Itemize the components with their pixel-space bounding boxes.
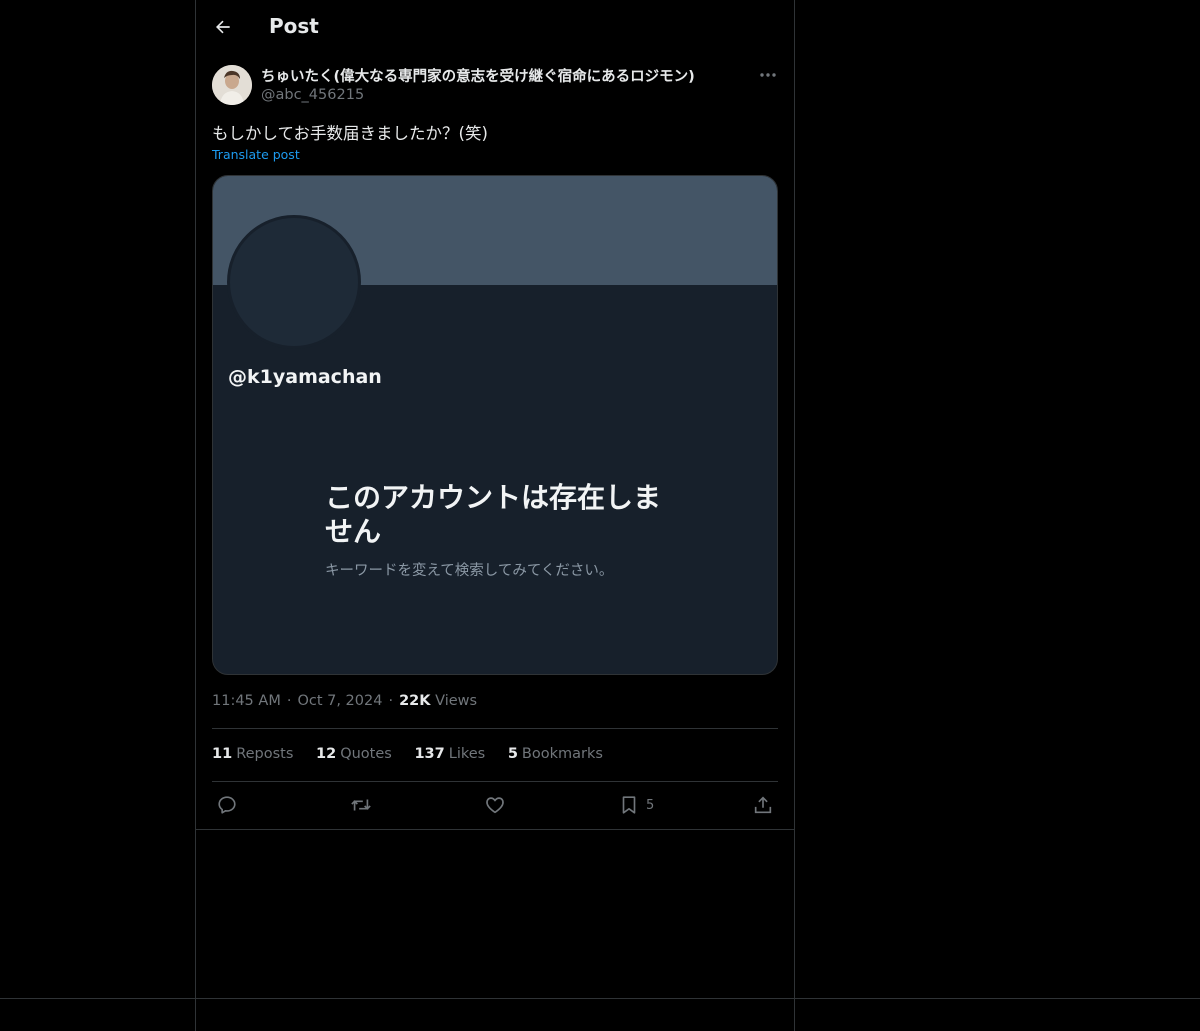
bookmark-icon (622, 796, 636, 814)
translate-post-link[interactable]: Translate post (212, 147, 300, 162)
post-media-image[interactable]: @k1yamachan このアカウントは存在しません キーワードを変えて検索して… (212, 175, 778, 675)
post-header: Post (196, 0, 794, 54)
views-label: Views (435, 693, 478, 709)
quotes-count: 12 (316, 746, 337, 762)
media-account-missing-text: このアカウントは存在しません (325, 481, 662, 548)
share-icon (754, 796, 772, 814)
post-time[interactable]: 11:45 AM (212, 693, 281, 709)
post-stats: 11 Reposts 12 Quotes 137 Likes 5 Bookmarks (212, 746, 621, 762)
share-button[interactable] (752, 792, 774, 818)
reposts-label: Reposts (236, 746, 294, 762)
post-meta: 11:45 AM · Oct 7, 2024 · 22K Views (212, 693, 477, 709)
author-display-name[interactable]: ちゅいたく(偉大なる専門家の意志を受け継ぐ宿命にあるロジモン) (261, 65, 695, 86)
reply-icon (218, 796, 236, 814)
bookmarks-label: Bookmarks (521, 746, 603, 762)
reposts-stat[interactable]: 11 Reposts (212, 746, 293, 762)
post-bottom-border (196, 829, 794, 830)
quotes-label: Quotes (340, 746, 392, 762)
repost-icon (351, 799, 371, 811)
page-divider (0, 998, 1200, 999)
post-text: もしかしてお手数届きましたか？(笑) (212, 124, 488, 143)
author-avatar[interactable] (212, 65, 252, 105)
heart-icon (486, 797, 504, 814)
divider (212, 728, 778, 729)
like-button[interactable] (484, 792, 506, 818)
author-handle[interactable]: @abc_456215 (261, 87, 364, 103)
bookmarks-count: 5 (507, 746, 518, 762)
post-date[interactable]: Oct 7, 2024 (297, 693, 382, 709)
bookmark-button[interactable]: 5 (618, 792, 654, 818)
page-title: Post (269, 14, 319, 38)
quotes-stat[interactable]: 12 Quotes (316, 746, 392, 762)
meta-separator: · (286, 693, 292, 709)
likes-stat[interactable]: 137 Likes (414, 746, 485, 762)
main-column: Post ちゅいたく(偉大なる専門家の意志を受け継ぐ宿命にあるロジモン) @ab… (195, 0, 795, 1031)
divider (212, 781, 778, 782)
likes-label: Likes (448, 746, 486, 762)
views-count: 22K (399, 693, 431, 709)
media-handle-text: @k1yamachan (228, 366, 382, 388)
bookmark-count: 5 (646, 797, 655, 813)
repost-button[interactable] (350, 792, 372, 818)
reply-button[interactable] (216, 792, 238, 818)
more-dots-icon (760, 73, 776, 77)
arrow-left-icon (216, 20, 230, 34)
media-profile-avatar (227, 215, 361, 349)
likes-count: 137 (414, 746, 445, 762)
more-options-button[interactable] (756, 64, 780, 86)
meta-separator: · (388, 693, 394, 709)
bookmarks-stat[interactable]: 5 Bookmarks (508, 746, 603, 762)
back-button[interactable] (208, 12, 238, 42)
reposts-count: 11 (212, 746, 233, 762)
media-subtext: キーワードを変えて検索してみてください。 (325, 563, 614, 579)
